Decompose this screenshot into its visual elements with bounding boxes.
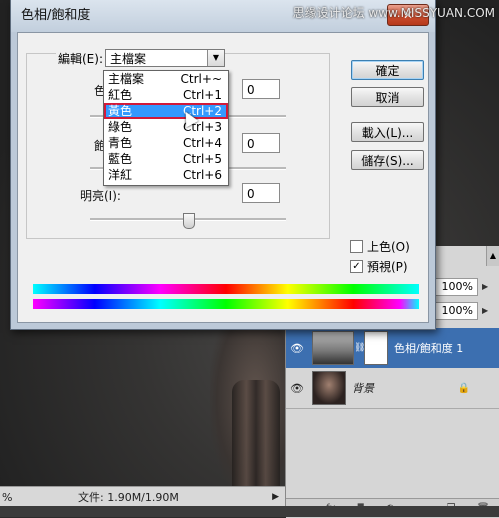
hue-field[interactable]: 0 (242, 79, 280, 99)
cancel-button[interactable]: 取消 (351, 87, 424, 107)
dropdown-item-greens[interactable]: 綠色 Ctrl+3 (104, 119, 228, 135)
layer-name: 背景 (352, 382, 374, 395)
checkbox-box[interactable] (350, 240, 363, 253)
input-color-bar (33, 284, 419, 294)
preview-checkbox[interactable]: ✓ 預視(P) (350, 258, 408, 275)
checkmark-icon[interactable]: ✓ (350, 260, 363, 273)
saturation-field[interactable]: 0 (242, 133, 280, 153)
save-button[interactable]: 儲存(S)... (351, 150, 424, 170)
bottom-strip (0, 506, 499, 517)
layer-name: 色相/飽和度 1 (394, 342, 464, 355)
zoom-level[interactable]: % (0, 491, 42, 504)
edit-dropdown-list[interactable]: 主檔案 Ctrl+~ 紅色 Ctrl+1 黃色 Ctrl+2 綠色 Ctrl+3… (103, 70, 229, 186)
background-thumbnail (312, 371, 346, 405)
ok-button[interactable]: 確定 (351, 60, 424, 80)
eye-icon[interactable]: 👁 (286, 382, 308, 395)
dropdown-item-yellows[interactable]: 黃色 Ctrl+2 (104, 103, 228, 119)
preview-label: 預視(P) (367, 260, 408, 274)
chevron-down-icon[interactable]: ▼ (207, 50, 224, 66)
dropdown-item-magentas[interactable]: 洋紅 Ctrl+6 (104, 167, 228, 183)
edit-label: 編輯(E): (56, 50, 105, 67)
dropdown-item-reds[interactable]: 紅色 Ctrl+1 (104, 87, 228, 103)
lightness-slider-thumb[interactable] (183, 213, 195, 229)
scroll-up-icon[interactable]: ▲ (486, 246, 499, 266)
dropdown-item-master[interactable]: 主檔案 Ctrl+~ (104, 71, 228, 87)
photo-figure-legs (232, 380, 280, 500)
eye-icon[interactable]: 👁 (286, 342, 308, 355)
dropdown-item-cyans[interactable]: 青色 Ctrl+4 (104, 135, 228, 151)
colorize-checkbox[interactable]: 上色(O) (350, 238, 410, 255)
lightness-label: 明亮(I): (80, 189, 121, 203)
lock-icon: 🔒 (457, 382, 470, 394)
link-icon[interactable]: ⛓ (354, 343, 365, 353)
lightness-field[interactable]: 0 (242, 183, 280, 203)
watermark: 思缘设计论坛 www.MISSYUAN.COM (292, 6, 495, 20)
load-button[interactable]: 載入(L)... (351, 122, 424, 142)
output-color-bar (33, 299, 419, 309)
layer-row-background[interactable]: 👁 背景 🔒 (286, 368, 499, 409)
fill-arrow-icon[interactable]: ▶ (482, 302, 494, 320)
mask-thumbnail[interactable] (364, 331, 388, 365)
adjustment-thumbnail (312, 331, 354, 365)
dropdown-item-blues[interactable]: 藍色 Ctrl+5 (104, 151, 228, 167)
colorize-label: 上色(O) (367, 240, 410, 254)
status-bar: % 文件: 1.90M/1.90M ▶ (0, 486, 285, 507)
edit-select[interactable]: 主檔案 ▼ (105, 49, 225, 67)
document-size: 文件: 1.90M/1.90M (78, 491, 179, 504)
layer-row-hue-saturation[interactable]: 👁 ⛓ 色相/飽和度 1 (286, 328, 499, 369)
status-arrow-icon[interactable]: ▶ (272, 492, 279, 502)
opacity-arrow-icon[interactable]: ▶ (482, 278, 494, 296)
edit-select-value: 主檔案 (110, 52, 147, 66)
